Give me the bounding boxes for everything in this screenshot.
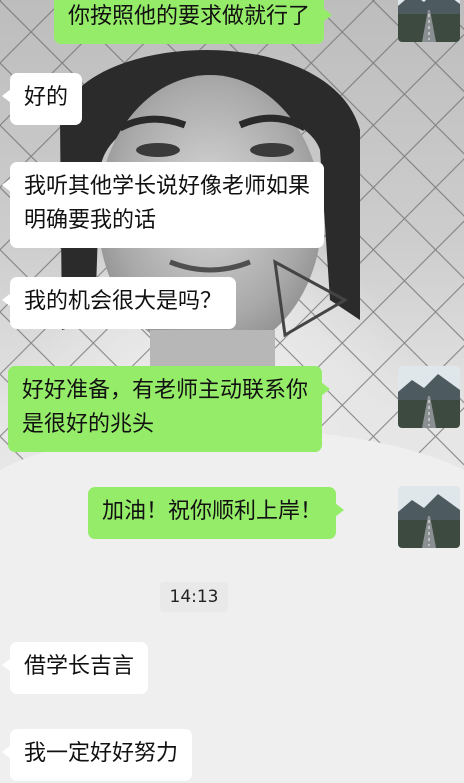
message-text: 我的机会很大是吗？ — [24, 289, 223, 314]
message-text: 明确要我的话 — [24, 208, 157, 233]
message-text: 好的 — [24, 85, 69, 110]
message-text: 加油！祝你顺利上岸！ — [102, 499, 323, 524]
road-landscape-avatar-icon — [398, 0, 460, 42]
message-text: 我一定好好努力 — [24, 741, 179, 766]
user-avatar[interactable] — [398, 0, 460, 42]
message-text: 我听其他学长说好像老师如果 — [24, 174, 311, 199]
message-bubble-incoming[interactable]: 我一定好好努力 — [1, 729, 193, 781]
message-timestamp: 14:13 — [160, 582, 228, 612]
message-text: 你按照他的要求做就行了 — [68, 4, 311, 29]
user-avatar[interactable] — [398, 366, 460, 428]
message-bubble-outgoing[interactable]: 你按照他的要求做就行了 — [54, 0, 333, 44]
road-landscape-avatar-icon — [398, 486, 460, 548]
message-bubble-incoming[interactable]: 我听其他学长说好像老师如果 明确要我的话 — [1, 162, 325, 248]
road-landscape-avatar-icon — [398, 366, 460, 428]
message-text: 是很好的兆头 — [22, 412, 155, 437]
user-avatar[interactable] — [398, 486, 460, 548]
message-bubble-incoming[interactable]: 好的 — [1, 73, 83, 125]
message-text: 好好准备，有老师主动联系你 — [22, 378, 309, 403]
message-bubble-outgoing[interactable]: 好好准备，有老师主动联系你 是很好的兆头 — [8, 366, 331, 452]
message-bubble-incoming[interactable]: 我的机会很大是吗？ — [1, 277, 237, 329]
message-bubble-outgoing[interactable]: 加油！祝你顺利上岸！ — [88, 487, 345, 539]
message-text: 借学长吉言 — [24, 654, 135, 679]
message-bubble-incoming[interactable]: 借学长吉言 — [1, 642, 149, 694]
